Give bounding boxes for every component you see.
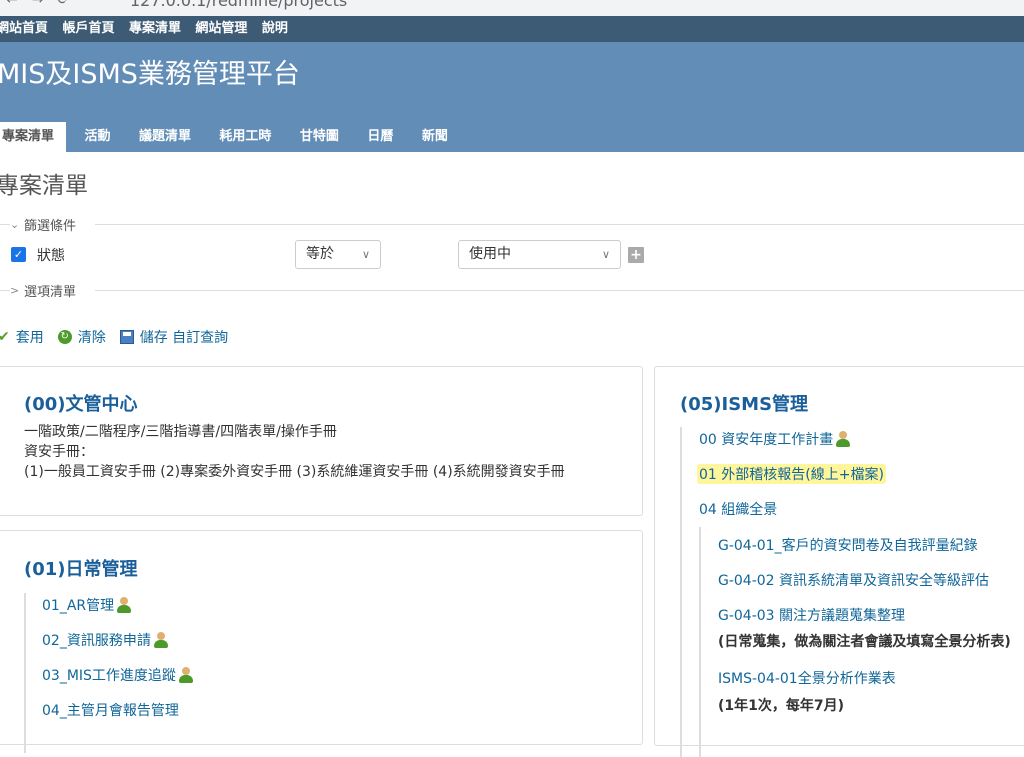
apply-button[interactable]: 套用 [16,327,44,347]
list-item: 04 組織全景 [699,499,777,519]
filters-legend-label: 篩選條件 [24,219,77,234]
subproject-link[interactable]: 04 組織全景 [699,499,777,519]
chevron-down-icon: ⌄ [10,218,20,231]
subproject-link[interactable]: 04_主管月會報告管理 [42,700,179,720]
main-tabs: 專案清單 活動 議題清單 耗用工時 甘特圖 日曆 新聞 [0,122,462,152]
tab-gantt[interactable]: 甘特圖 [290,122,349,152]
list-item: G-04-03 關注方議題蒐集整理 [718,605,905,625]
browser-url[interactable]: 127.0.0.1/redmine/projects [130,0,347,10]
filters-border-right [95,224,1024,225]
site-title[interactable]: MIS及ISMS業務管理平台 [0,52,300,91]
list-item: 01 外部稽核報告(線上+檔案) [697,464,886,484]
my-project-icon [835,431,851,447]
my-project-icon [116,597,132,613]
top-menu-my-account[interactable]: 帳戶首頁 [62,16,114,42]
subproject-link[interactable]: 00 資安年度工作計畫 [699,429,833,449]
project-box-isms: (05)ISMS管理 00 資安年度工作計畫 01 外部稽核報告(線上+檔案) … [654,366,1024,757]
desc-line: 一階政策/二階程序/三階指導書/四階表單/操作手冊 [24,424,337,440]
options-border-left [0,290,10,291]
project-title-isms[interactable]: (05)ISMS管理 [680,390,808,416]
list-item: 04_主管月會報告管理 [42,700,179,720]
status-value-select[interactable]: 使用中 ∨ [458,240,621,269]
tab-spent-time[interactable]: 耗用工時 [209,122,281,152]
tab-projects[interactable]: 專案清單 [0,122,67,152]
my-project-icon [178,667,194,683]
subproject-link[interactable]: 02_資訊服務申請 [42,630,151,650]
filters-border-left [0,224,10,225]
my-project-icon [153,632,169,648]
subproject-link[interactable]: ISMS-04-01全景分析作業表 [718,668,896,688]
list-item: 01_AR管理 [42,595,132,615]
project-box-daily: (01)日常管理 01_AR管理 02_資訊服務申請 03_MIS工作進度追蹤 … [0,530,643,753]
subproject-note: (1年1次，每年7月) [718,698,845,714]
list-item: 02_資訊服務申請 [42,630,169,650]
chevron-down-icon: ∨ [361,248,370,261]
subproject-link[interactable]: G-04-03 關注方議題蒐集整理 [718,605,905,625]
tab-news[interactable]: 新聞 [412,122,458,152]
status-value: 使用中 [469,246,511,262]
list-item: ISMS-04-01全景分析作業表 [718,668,896,688]
save-query-button[interactable]: 儲存 自訂查詢 [140,327,228,347]
reload-icon: ↻ [57,330,72,344]
list-item: 03_MIS工作進度追蹤 [42,665,194,685]
status-operator-select[interactable]: 等於 ∨ [295,240,381,269]
tab-calendar[interactable]: 日曆 [357,122,403,152]
browser-url-bar: ←→⟳ 127.0.0.1/redmine/projects [0,0,1024,16]
browser-nav-icons[interactable]: ←→⟳ [6,0,83,8]
options-legend[interactable]: > 選項清單 [10,281,76,300]
top-menu-projects[interactable]: 專案清單 [129,16,181,42]
options-legend-label: 選項清單 [24,285,77,300]
list-item: 00 資安年度工作計畫 [699,429,851,449]
subproject-link[interactable]: 01_AR管理 [42,595,114,615]
project-description: 一階政策/二階程序/三階指導書/四階表單/操作手冊 資安手冊： (1)一般員工資… [24,422,565,482]
desc-line: 資安手冊： [24,444,94,460]
top-menu-administration[interactable]: 網站管理 [195,16,247,42]
tab-activity[interactable]: 活動 [74,122,120,152]
project-title-daily[interactable]: (01)日常管理 [24,555,138,581]
subproject-note: (日常蒐集，做為關注者會議及填寫全景分析表) [718,634,1011,650]
save-icon [119,330,134,344]
list-item: G-04-02 資訊系統清單及資訊安全等級評估 [718,570,989,590]
chevron-down-icon: ∨ [601,248,610,261]
subproject-link[interactable]: G-04-01_客戶的資安問卷及自我評量紀錄 [718,535,978,555]
query-actions: ✔ 套用 ↻ 清除 儲存 自訂查詢 [0,327,228,347]
subproject-list-border [24,593,26,753]
tab-issues[interactable]: 議題清單 [129,122,201,152]
top-menu-home[interactable]: 網站首頁 [0,16,48,42]
chevron-right-icon: > [10,284,20,297]
add-filter-icon[interactable]: + [628,247,644,263]
top-menu-help[interactable]: 說明 [262,16,288,42]
subproject-list-border [680,427,682,757]
subproject-link[interactable]: 03_MIS工作進度追蹤 [42,665,176,685]
status-operator-value: 等於 [306,246,334,262]
subproject-link-highlighted[interactable]: 01 外部稽核報告(線上+檔案) [697,464,886,484]
subproject-link[interactable]: G-04-02 資訊系統清單及資訊安全等級評估 [718,570,989,590]
project-title-doc-center[interactable]: (00)文管中心 [24,390,138,416]
nested-list-border [699,527,701,757]
status-label: 狀態 [37,248,65,264]
project-box-doc-center: (00)文管中心 一階政策/二階程序/三階指導書/四階表單/操作手冊 資安手冊：… [0,366,643,516]
filters-legend[interactable]: ⌄ 篩選條件 [10,215,76,234]
options-border-right [95,290,1024,291]
clear-button[interactable]: 清除 [78,327,106,347]
top-menu: 網站首頁 帳戶首頁 專案清單 網站管理 說明 [0,16,1024,42]
checkmark-icon: ✔ [0,329,10,345]
status-checkbox[interactable]: ✓ [11,247,26,262]
page-title: 專案清單 [0,173,88,199]
desc-line: (1)一般員工資安手冊 (2)專案委外資安手冊 (3)系統維運資安手冊 (4)系… [24,464,565,480]
list-item: G-04-01_客戶的資安問卷及自我評量紀錄 [718,535,978,555]
